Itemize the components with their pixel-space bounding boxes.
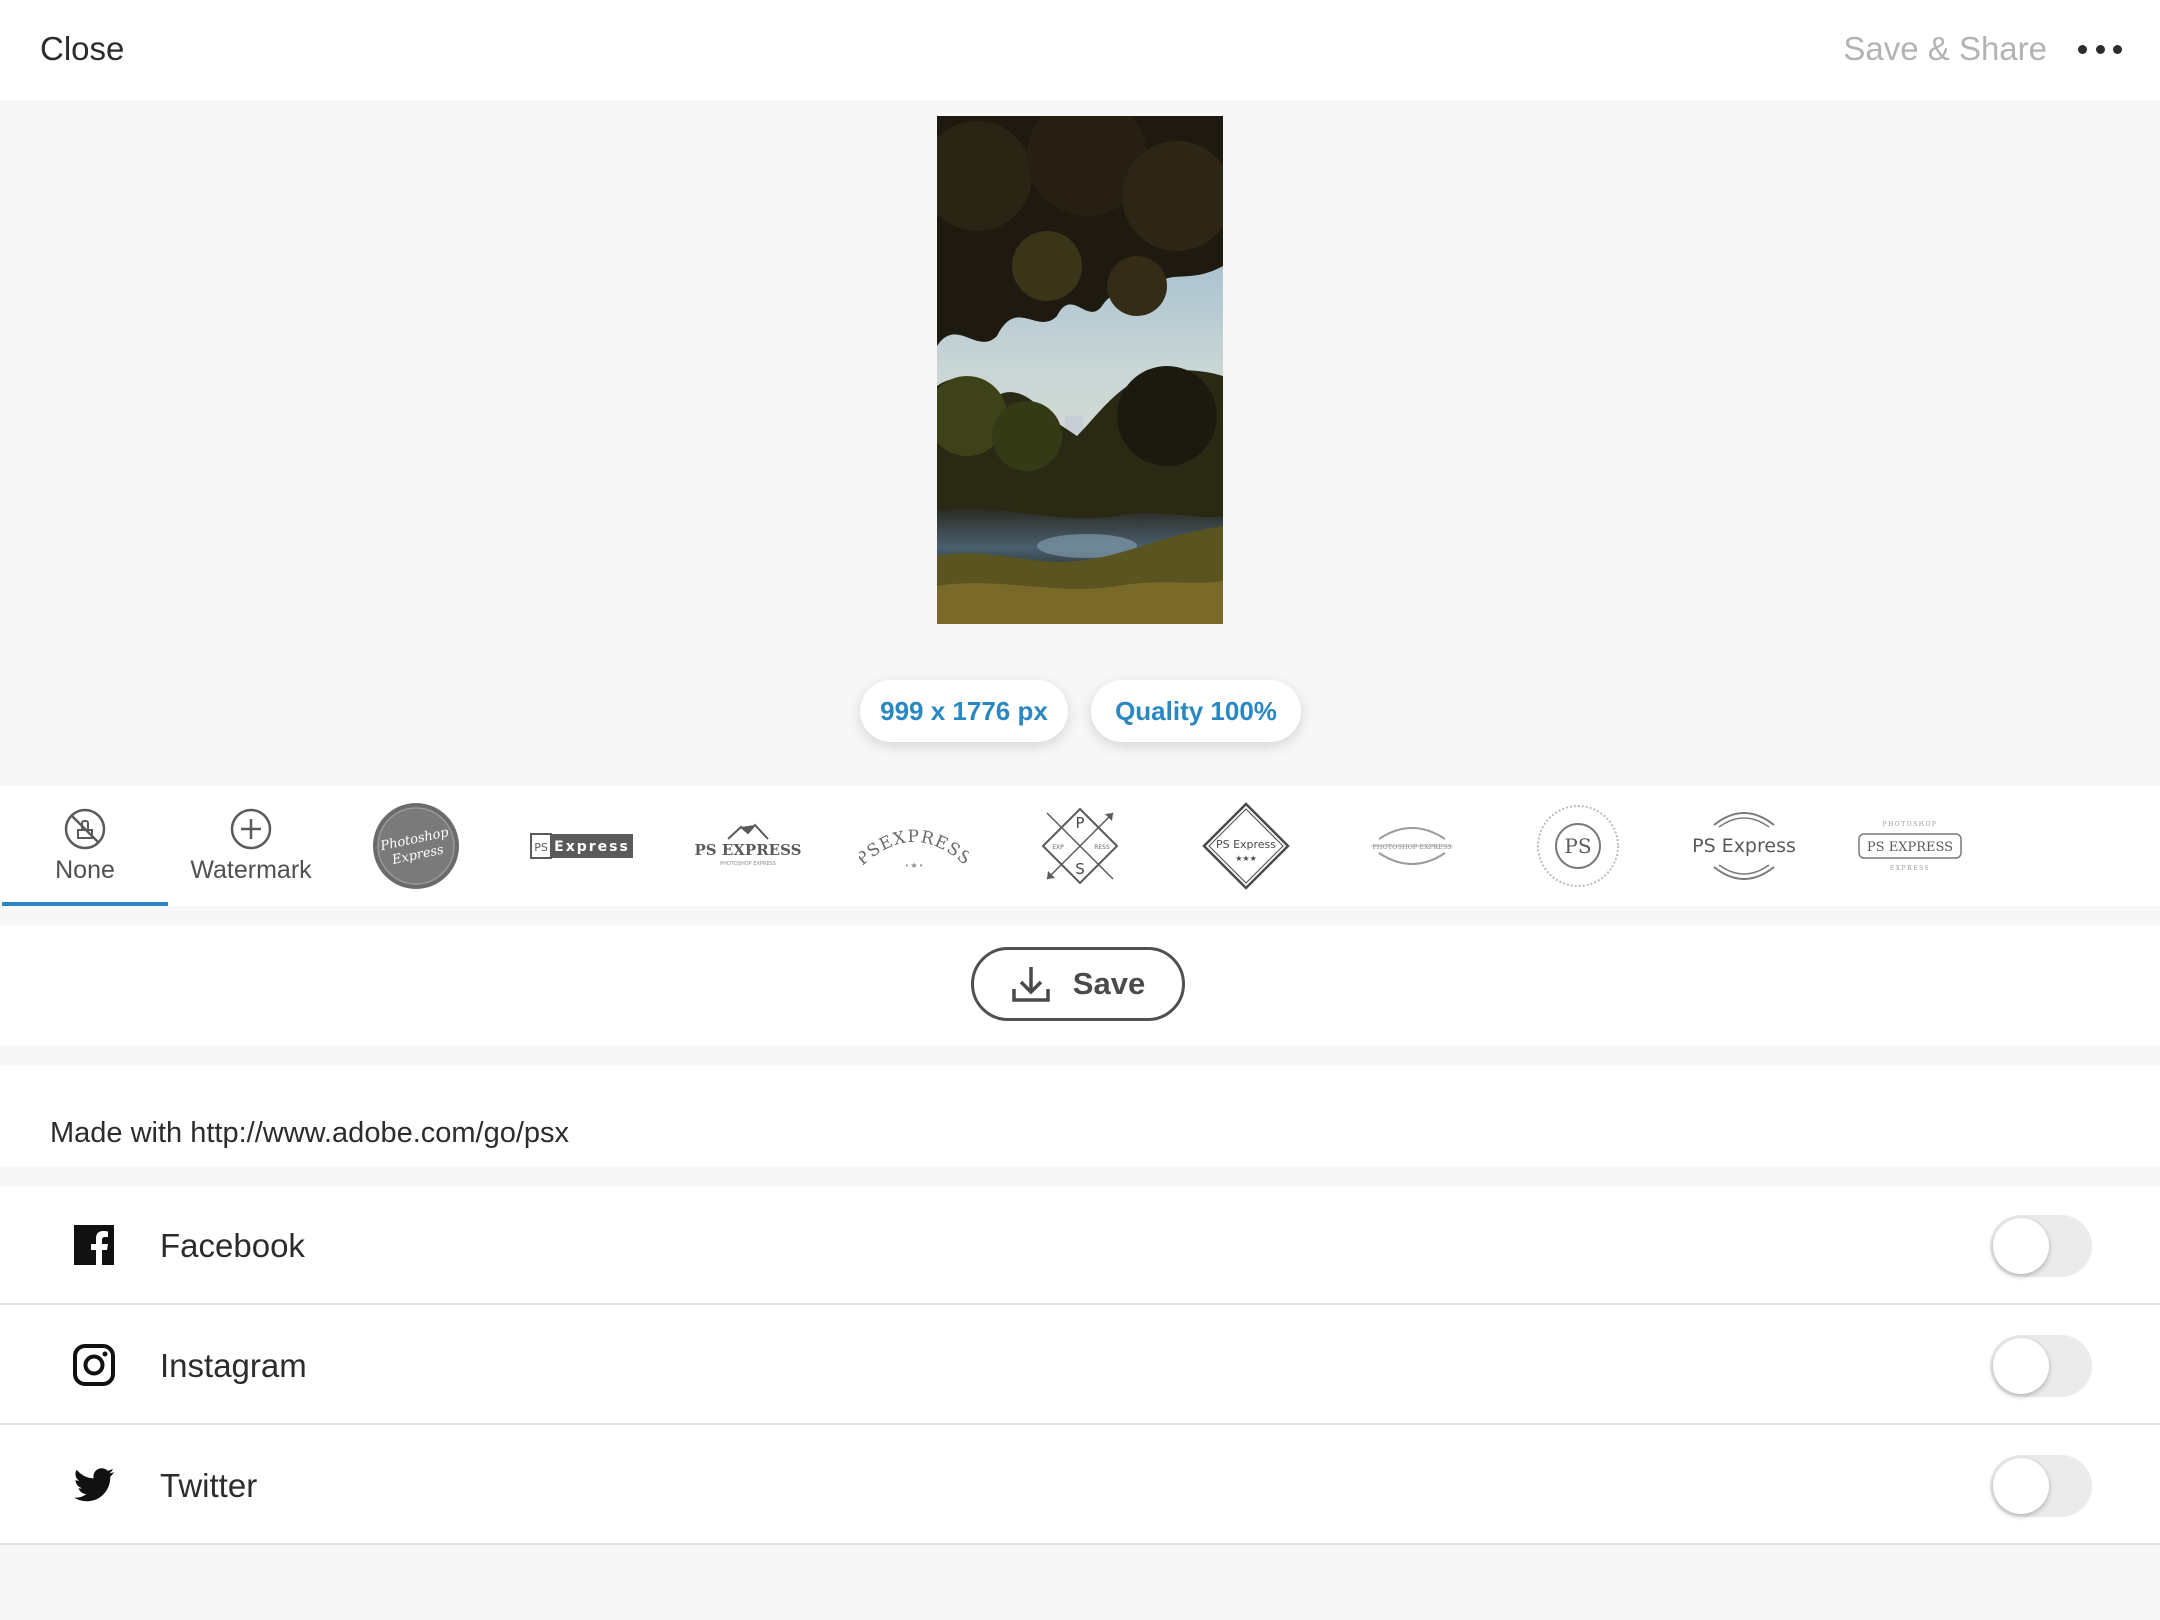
toggle-knob (1993, 1458, 2049, 1514)
image-preview-area: 999 x 1776 px Quality 100% (0, 100, 2160, 786)
framed-text-2: PS EXPRESS (1867, 840, 1953, 855)
diamond-text-2: ★★★ (1235, 854, 1257, 863)
more-options-icon[interactable] (2078, 36, 2122, 62)
framed-text-3: EXPRESS (1890, 865, 1930, 872)
twitter-icon (74, 1468, 114, 1502)
save-row: Save (0, 925, 2160, 1045)
watermark-style-seal[interactable]: Photoshop Express (333, 786, 499, 906)
rings-text: PS Express (1692, 835, 1796, 857)
social-share-list: Facebook Instagram Twitter (0, 1187, 2160, 1545)
social-row-twitter[interactable]: Twitter (0, 1427, 2160, 1545)
save-and-share-button[interactable]: Save & Share (1843, 30, 2047, 68)
facebook-label: Facebook (160, 1227, 305, 1264)
top-bar: Close Save & Share (0, 0, 2160, 100)
watermark-arc-logo: PSEXPRESS • ★ • (859, 827, 969, 870)
more-dot (2078, 44, 2087, 54)
bar-text-2: Express (554, 839, 630, 855)
watermark-seal-logo: Photoshop Express (373, 803, 459, 889)
watermark-style-mountains[interactable]: PS EXPRESS PHOTOSHOP EXPRESS (665, 786, 831, 906)
badge-text: PS (1564, 834, 1591, 858)
watermark-diamond-logo: PS Express ★★★ (1202, 802, 1290, 890)
cross-text-3: EXP (1052, 844, 1064, 851)
save-button-label: Save (1072, 966, 1146, 1001)
watermark-custom-label: Watermark (190, 855, 312, 884)
watermark-round-logo: PHOTOSHOP EXPRESS (1371, 827, 1453, 865)
watermark-bar-logo: PS Express (530, 833, 633, 859)
no-watermark-icon (64, 808, 106, 849)
photo-image (937, 116, 1223, 624)
instagram-toggle[interactable] (1990, 1335, 2092, 1397)
watermark-style-arc[interactable]: PSEXPRESS • ★ • (831, 786, 997, 906)
watermark-style-bar[interactable]: PS Express (499, 786, 665, 906)
watermark-style-badge[interactable]: PS (1495, 786, 1661, 906)
social-row-instagram[interactable]: Instagram (0, 1307, 2160, 1425)
image-size-button[interactable]: 999 x 1776 px (860, 680, 1068, 742)
watermark-none-label: None (55, 855, 115, 884)
cross-text-4: RESS (1094, 844, 1110, 851)
diamond-text-1: PS Express (1216, 838, 1276, 851)
twitter-label: Twitter (160, 1467, 258, 1504)
download-icon (1012, 967, 1050, 1002)
watermark-rings-logo: PS Express (1692, 812, 1796, 880)
quality-button[interactable]: Quality 100% (1091, 680, 1301, 742)
round-text: PHOTOSHOP EXPRESS (1372, 843, 1451, 851)
toggle-knob (1993, 1218, 2049, 1274)
social-row-facebook[interactable]: Facebook (0, 1187, 2160, 1305)
mountains-text-1: PS EXPRESS (695, 841, 802, 859)
more-dot (2113, 44, 2122, 54)
watermark-custom-option[interactable]: Watermark (168, 786, 334, 906)
watermark-mountains-logo: PS EXPRESS PHOTOSHOP EXPRESS (695, 823, 802, 867)
photo-preview (937, 116, 1223, 624)
watermark-none-option[interactable]: None (2, 786, 168, 906)
instagram-icon (73, 1344, 115, 1386)
cross-text-2: S (1075, 860, 1085, 878)
watermark-style-cross[interactable]: P S EXP RESS (997, 786, 1163, 906)
facebook-toggle[interactable] (1990, 1215, 2092, 1277)
more-dot (2095, 44, 2105, 54)
framed-text-1: PHOTOSHOP (1883, 821, 1938, 828)
svg-text:• ★ •: • ★ • (905, 861, 922, 870)
share-caption[interactable]: Made with http://www.adobe.com/go/psx (50, 1117, 569, 1150)
watermark-style-diamond[interactable]: PS Express ★★★ (1163, 786, 1329, 906)
watermark-picker: None Watermark Photoshop Express PS Expr… (0, 786, 2160, 906)
watermark-badge-logo: PS (1537, 805, 1619, 887)
instagram-label: Instagram (160, 1347, 307, 1384)
facebook-icon (74, 1225, 114, 1265)
bar-text-1: PS (534, 841, 548, 854)
cross-text-1: P (1075, 814, 1084, 832)
watermark-style-round[interactable]: PHOTOSHOP EXPRESS (1329, 786, 1495, 906)
twitter-toggle[interactable] (1990, 1455, 2092, 1517)
watermark-style-rings[interactable]: PS Express (1661, 786, 1827, 906)
watermark-framed-logo: PHOTOSHOP PS EXPRESS EXPRESS (1858, 821, 1962, 872)
mountains-text-2: PHOTOSHOP EXPRESS (720, 861, 776, 867)
close-button[interactable]: Close (40, 30, 124, 68)
save-button[interactable]: Save (971, 947, 1185, 1021)
caption-row[interactable]: Made with http://www.adobe.com/go/psx (0, 1065, 2160, 1167)
watermark-cross-logo: P S EXP RESS (1041, 807, 1119, 885)
toggle-knob (1993, 1338, 2049, 1394)
add-watermark-icon (230, 808, 272, 849)
watermark-style-framed[interactable]: PHOTOSHOP PS EXPRESS EXPRESS (1827, 786, 1993, 906)
